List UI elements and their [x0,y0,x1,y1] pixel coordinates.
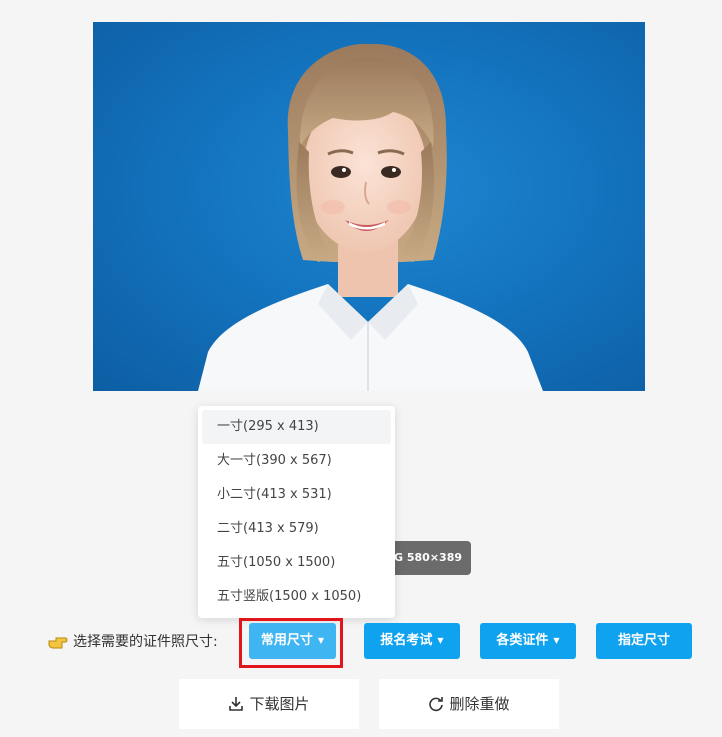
size-dropdown-menu: 一寸(295 x 413) 大一寸(390 x 567) 小二寸(413 x 5… [198,406,395,618]
dropdown-item-5-inch[interactable]: 五寸(1050 x 1500) [202,546,391,580]
exam-size-button[interactable]: 报名考试 ▼ [364,623,460,659]
portrait-illustration [198,43,543,391]
dropdown-item-1-inch[interactable]: 一寸(295 x 413) [202,410,391,444]
size-select-label: 选择需要的证件照尺寸: [48,632,218,652]
delete-redo-button-label: 删除重做 [449,695,510,713]
caret-down-icon: ▼ [553,636,560,645]
dropdown-item-small-2-inch[interactable]: 小二寸(413 x 531) [202,478,391,512]
delete-redo-button[interactable]: 删除重做 [379,679,559,729]
certificate-size-button-label: 各类证件 [496,633,549,648]
download-button-label: 下载图片 [249,695,310,713]
highlight-box [239,618,343,668]
download-icon [229,697,244,711]
download-button[interactable]: 下载图片 [179,679,359,729]
caret-down-icon: ▼ [437,636,444,645]
dropdown-item-5-inch-vertical[interactable]: 五寸竖版(1500 x 1050) [202,580,391,614]
size-select-label-text: 选择需要的证件照尺寸: [73,634,218,650]
id-photo [93,22,645,391]
custom-size-button[interactable]: 指定尺寸 [596,623,692,659]
dropdown-item-large-1-inch[interactable]: 大一寸(390 x 567) [202,444,391,478]
dropdown-item-2-inch[interactable]: 二寸(413 x 579) [202,512,391,546]
refresh-icon [429,697,444,712]
certificate-size-button[interactable]: 各类证件 ▼ [480,623,576,659]
exam-size-button-label: 报名考试 [380,633,433,648]
custom-size-button-label: 指定尺寸 [617,633,670,648]
pointing-hand-icon [48,637,68,649]
